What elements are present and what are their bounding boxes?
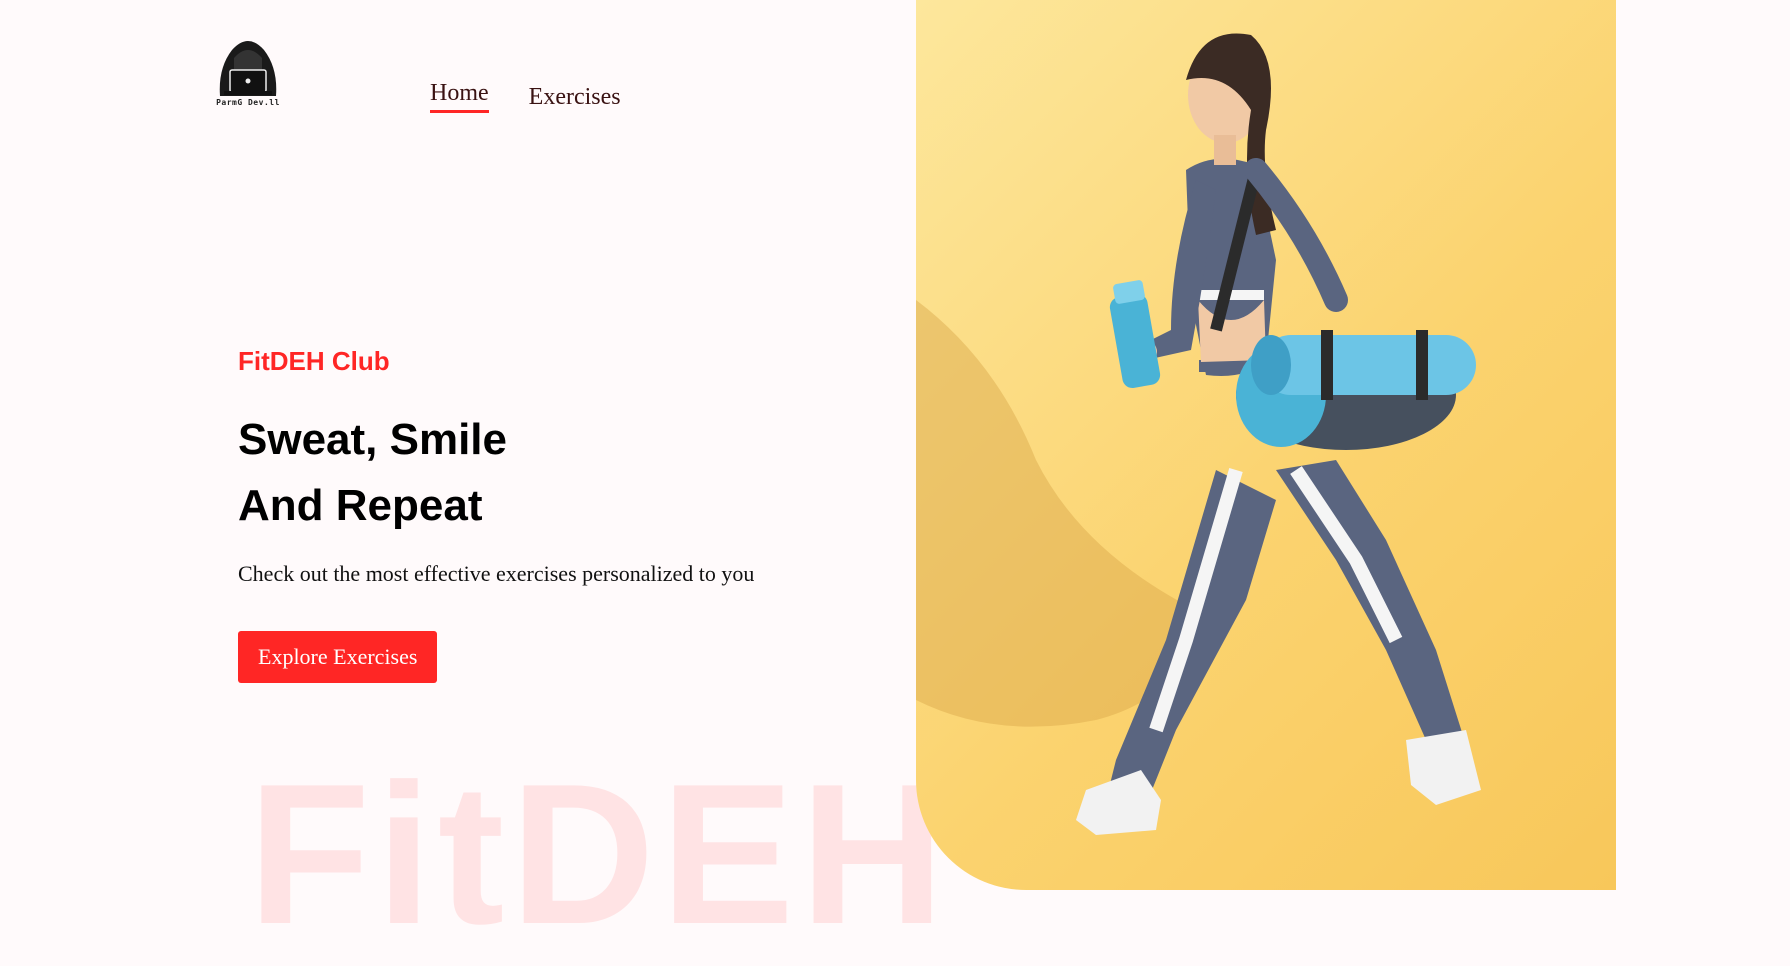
fitness-woman-illustration-icon bbox=[916, 33, 1481, 835]
nav-home-link[interactable]: Home bbox=[430, 80, 489, 113]
hero-section: FitDEH Club Sweat, Smile And Repeat Chec… bbox=[238, 346, 754, 683]
explore-exercises-button[interactable]: Explore Exercises bbox=[238, 631, 438, 683]
site-logo[interactable]: ParmG Dev.ll bbox=[206, 28, 290, 112]
hero-banner-image bbox=[916, 0, 1616, 890]
headline-line-1: Sweat, Smile bbox=[238, 415, 508, 464]
hero-headline: Sweat, Smile And Repeat bbox=[238, 407, 754, 539]
logo-caption: ParmG Dev.ll bbox=[216, 98, 280, 107]
watermark-text: FitDEH bbox=[248, 743, 951, 966]
main-nav: Home Exercises bbox=[430, 80, 621, 113]
nav-exercises-link[interactable]: Exercises bbox=[529, 84, 621, 113]
hero-description: Check out the most effective exercises p… bbox=[238, 561, 755, 586]
headline-line-2: And Repeat bbox=[238, 481, 483, 530]
hero-brand: FitDEH Club bbox=[238, 346, 390, 376]
